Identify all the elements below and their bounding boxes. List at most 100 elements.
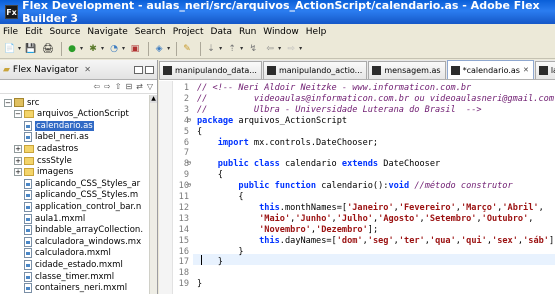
tree-item[interactable]: label_neri.as: [24, 132, 89, 143]
menu-help[interactable]: Help: [306, 27, 327, 37]
fold-icon[interactable]: ⊖: [187, 159, 191, 167]
code-token: this: [259, 202, 280, 213]
next-annotation-icon[interactable]: ⇣: [204, 42, 218, 56]
run-dropdown-icon[interactable]: ▾: [80, 45, 83, 52]
expand-icon[interactable]: +: [14, 168, 22, 177]
forward-icon[interactable]: ⇨: [284, 42, 298, 56]
close-icon[interactable]: ✕: [84, 65, 91, 74]
folder-icon: [24, 168, 34, 177]
maximize-icon[interactable]: [145, 65, 154, 74]
editor-tab[interactable]: mensagem.as: [368, 61, 446, 79]
editor-tab[interactable]: label_n: [534, 61, 555, 79]
code-token: 'Outubro': [481, 213, 529, 224]
code-token: 'qua': [429, 235, 456, 246]
scroll-up-arrow-icon[interactable]: ▲: [150, 95, 157, 103]
forward-dropdown-icon[interactable]: ▾: [299, 45, 302, 52]
tree-item[interactable]: calendario.as: [24, 120, 94, 131]
debug-dropdown-icon[interactable]: ▾: [101, 45, 104, 52]
search-icon[interactable]: ✎: [180, 42, 194, 56]
tree-item[interactable]: aplicando_CSS_Styles_ar: [14, 178, 140, 189]
open-type-icon[interactable]: ◈: [152, 42, 166, 56]
tree-item[interactable]: aplicando_CSS_Styles.m: [14, 190, 138, 201]
forward-icon[interactable]: ⇨: [104, 82, 111, 91]
menu-data[interactable]: Data: [211, 27, 233, 37]
previous-annotation-dropdown-icon[interactable]: ▾: [240, 45, 243, 52]
code-line: {: [197, 170, 223, 181]
tree-item[interactable]: classe_timer.mxml: [14, 271, 114, 282]
tree-item[interactable]: + cssStyle: [14, 155, 72, 166]
menu-navigate[interactable]: Navigate: [87, 27, 127, 37]
code-area[interactable]: 1 2 3 4 5 6 7 8 9 10 11 12 13 14 15 16 17 18 19 // <!-- Ne…: [159, 81, 555, 294]
tree-item-label: bindable_arrayCollection.: [35, 225, 144, 236]
editor-tab[interactable]: manipulando_data...: [159, 61, 262, 79]
menu-search[interactable]: Search: [135, 27, 166, 37]
back-icon[interactable]: ⇦: [263, 42, 277, 56]
close-tab-icon[interactable]: ✕: [523, 66, 529, 74]
tree-item[interactable]: application_control_bar.n: [14, 201, 141, 212]
menu-project[interactable]: Project: [173, 27, 204, 37]
editor-tab-label: label_n: [550, 66, 555, 75]
menu-window[interactable]: Window: [263, 27, 299, 37]
menu-edit[interactable]: Edit: [25, 27, 42, 37]
up-icon[interactable]: ⇧: [115, 82, 122, 91]
tree-item[interactable]: containers_neri.mxml: [14, 283, 127, 294]
expand-icon[interactable]: +: [14, 144, 22, 153]
collapse-icon[interactable]: −: [14, 110, 22, 119]
expand-icon[interactable]: +: [14, 156, 22, 165]
view-menu-icon[interactable]: ▽: [147, 82, 153, 91]
profile-icon[interactable]: ◔: [107, 42, 121, 56]
editor-tab-label: *calendario.as: [462, 65, 520, 75]
save-icon[interactable]: 💾: [24, 42, 38, 56]
file-type-icon: [538, 66, 548, 75]
file-type-icon: [372, 66, 382, 75]
external-tool-icon[interactable]: ▣: [128, 42, 142, 56]
new-dropdown-icon[interactable]: ▾: [18, 45, 21, 52]
collapse-all-icon[interactable]: ⊟: [125, 82, 132, 91]
editor-tab[interactable]: *calendario.as ✕: [446, 60, 534, 79]
editor-tab[interactable]: manipulando_actio...: [262, 61, 368, 79]
new-icon[interactable]: 📄: [3, 42, 17, 56]
last-edit-icon[interactable]: ↯: [246, 42, 260, 56]
tree-item-label: arquivos_ActionScript: [37, 109, 129, 120]
link-editor-icon[interactable]: ⇄: [136, 82, 143, 91]
fold-icon[interactable]: ⊖: [187, 181, 191, 189]
tree-item[interactable]: cidade_estado.mxml: [14, 259, 123, 270]
debug-icon[interactable]: ✱: [86, 42, 100, 56]
tree-item[interactable]: bindable_arrayCollection.: [14, 225, 143, 236]
tree-item[interactable]: − arquivos_ActionScript: [14, 109, 129, 120]
tree-item-label: label_neri.as: [35, 132, 89, 143]
previous-annotation-icon[interactable]: ⇡: [225, 42, 239, 56]
navigator-scrollbar[interactable]: ▲: [149, 95, 157, 294]
tree-item[interactable]: aula1.mxml: [14, 213, 85, 224]
back-dropdown-icon[interactable]: ▾: [278, 45, 281, 52]
code-token: this: [259, 235, 280, 246]
fold-icon[interactable]: ⊖: [187, 116, 191, 124]
run-icon[interactable]: ●: [65, 42, 79, 56]
profile-dropdown-icon[interactable]: ▾: [122, 45, 125, 52]
code-token: 'qui': [460, 235, 487, 246]
code-line: }: [197, 279, 202, 290]
folder-icon: [24, 144, 34, 153]
tree-item[interactable]: + cadastros: [14, 143, 78, 154]
toolbar-separator: [200, 41, 202, 56]
back-icon[interactable]: ⇦: [93, 82, 100, 91]
menu-source[interactable]: Source: [50, 27, 81, 37]
navigator-tab[interactable]: ▰ Flex Navigator ✕: [0, 60, 157, 80]
next-annotation-dropdown-icon[interactable]: ▾: [219, 45, 222, 52]
tree-item[interactable]: − src: [4, 97, 39, 108]
tree-item[interactable]: + imagens: [14, 167, 73, 178]
menu-run[interactable]: Run: [239, 27, 256, 37]
open-type-dropdown-icon[interactable]: ▾: [167, 45, 170, 52]
collapse-icon[interactable]: −: [4, 98, 12, 107]
tree-item-label: imagens: [37, 167, 74, 178]
tree-item-label: calculadora.mxml: [35, 248, 111, 259]
print-icon[interactable]: 🖨: [41, 42, 55, 56]
title-bar[interactable]: Fx Flex Development - aulas_neri/src/arq…: [0, 0, 555, 25]
tree-item[interactable]: calculadora.mxml: [14, 248, 111, 259]
minimize-icon[interactable]: [134, 65, 143, 74]
file-icon: [24, 132, 32, 143]
tree-item[interactable]: calculadora_windows.mx: [14, 236, 141, 247]
tree-item-label: cssStyle: [37, 155, 72, 166]
menu-file[interactable]: File: [3, 27, 18, 37]
